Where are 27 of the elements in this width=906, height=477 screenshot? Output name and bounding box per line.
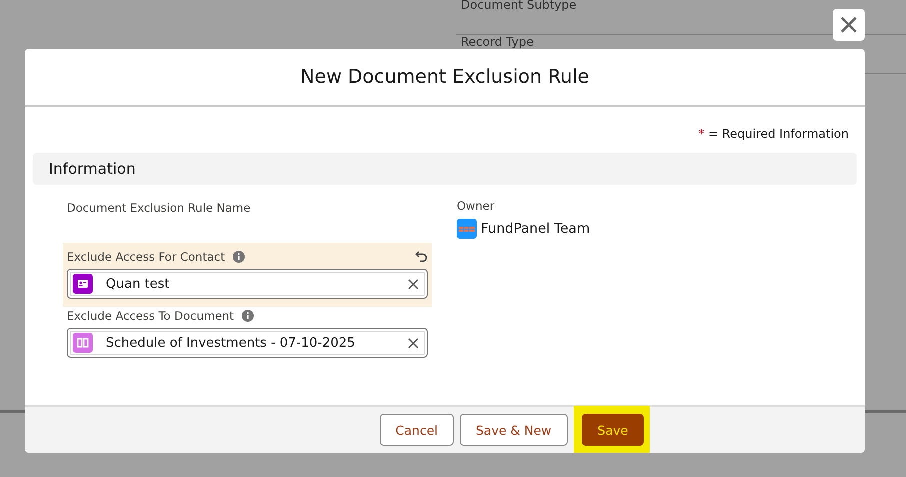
footer-button[interactable]: Cancel bbox=[380, 414, 454, 446]
lookup-field[interactable]: Schedule of Investments - 07-10-2025 bbox=[67, 328, 428, 358]
background-label: Record Type bbox=[461, 36, 534, 48]
book-icon bbox=[73, 333, 93, 353]
required-note: * = Required Information bbox=[698, 127, 849, 141]
footer-button[interactable]: Save & New bbox=[460, 414, 568, 446]
section-title: Information bbox=[49, 160, 136, 178]
field-label: Exclude Access For Contact bbox=[67, 250, 226, 264]
info-icon[interactable] bbox=[233, 250, 246, 262]
clear-icon[interactable] bbox=[408, 338, 419, 348]
background-label: Document Subtype bbox=[461, 0, 577, 12]
close-button[interactable] bbox=[833, 9, 865, 41]
field-label: Owner bbox=[457, 199, 496, 213]
modal-title: New Document Exclusion Rule bbox=[300, 66, 590, 88]
save-button[interactable]: Save bbox=[582, 414, 644, 446]
info-icon[interactable] bbox=[242, 310, 254, 322]
field-value: Schedule of Investments - 07-10-2025 bbox=[106, 336, 356, 350]
close-icon bbox=[840, 16, 858, 34]
undo-icon[interactable] bbox=[415, 250, 428, 263]
owner-name[interactable]: FundPanel Team bbox=[481, 221, 590, 237]
clear-icon[interactable] bbox=[408, 278, 419, 290]
lookup-field[interactable]: Quan test bbox=[67, 269, 428, 299]
field-label: Document Exclusion Rule Name bbox=[67, 200, 251, 214]
field-value: Quan test bbox=[106, 276, 171, 292]
team-icon bbox=[457, 219, 477, 239]
field-label: Exclude Access To Document bbox=[67, 308, 234, 322]
contact-card-icon bbox=[73, 274, 93, 294]
